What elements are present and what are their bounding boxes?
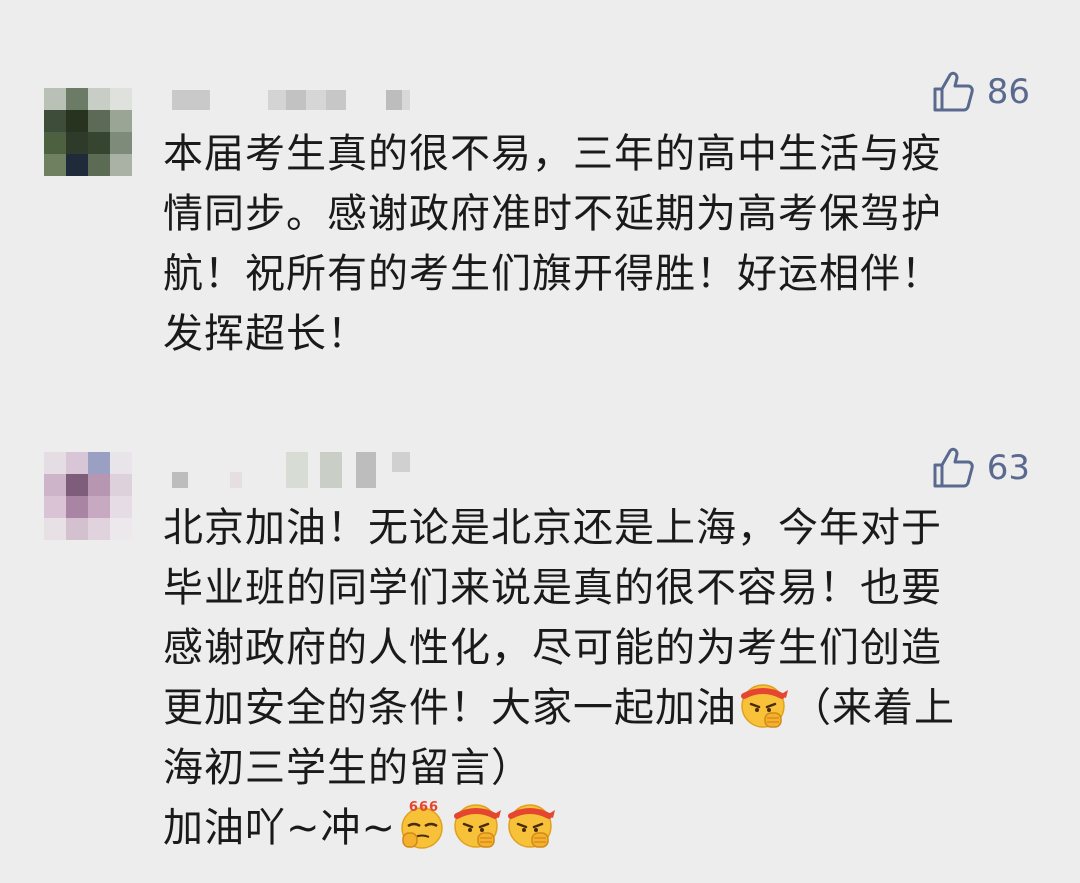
fist-emoji [451, 799, 503, 851]
comment-line: 加油吖~冲~ 666 [163, 798, 1033, 858]
comment-text-segment: 加油吖~冲~ [163, 805, 397, 851]
666-label: 666 [409, 800, 439, 815]
thumbs-up-icon [931, 446, 975, 490]
like-button[interactable]: 63 [931, 446, 1030, 490]
comment-line: 感谢政府的人性化，尽可能的为考生们创造 [163, 625, 942, 671]
like-count: 63 [986, 448, 1030, 488]
comment-text-segment: （来着上 [791, 685, 955, 731]
comment-line: 更加安全的条件！大家一起加油 （来着上 [163, 678, 1033, 738]
comment-line: 北京加油！无论是北京还是上海，今年对于 [163, 505, 942, 551]
comment-text-segment: 更加安全的条件！大家一起加油 [163, 685, 737, 731]
avatar[interactable] [44, 452, 132, 540]
comment-line: 毕业班的同学们来说是真的很不容易！也要 [163, 565, 942, 611]
666-emoji: 666 [397, 799, 449, 851]
fist-emoji [505, 799, 557, 851]
nickname-blurred[interactable] [172, 452, 410, 490]
comment-2: 63 北京加油！无论是北京还是上海，今年对于 毕业班的同学们来说是真的很不容易！… [0, 0, 1080, 883]
fist-emoji [738, 679, 790, 731]
comment-text: 北京加油！无论是北京还是上海，今年对于 毕业班的同学们来说是真的很不容易！也要 … [163, 498, 1033, 858]
comment-line: 海初三学生的留言） [163, 745, 532, 791]
